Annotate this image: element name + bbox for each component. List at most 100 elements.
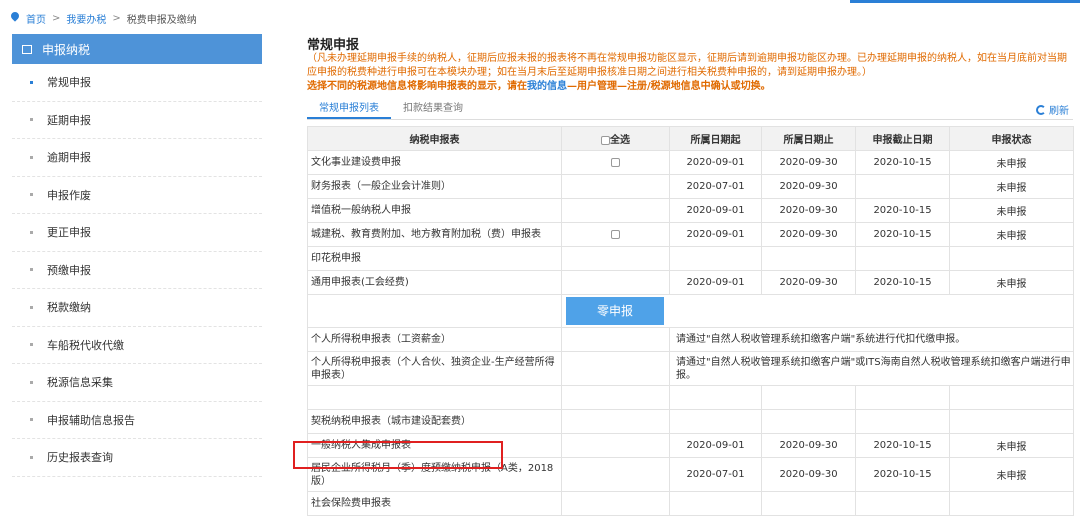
status: 未申报: [949, 174, 1074, 199]
row-checkbox[interactable]: [611, 229, 620, 239]
status: 未申报: [949, 433, 1074, 458]
table-row: 通用申报表(工会经费) 2020-09-01 2020-09-30 2020-1…: [307, 270, 1074, 295]
col-header-form: 纳税申报表: [307, 126, 562, 151]
tab-bar: 常规申报列表 扣款结果查询 刷新: [307, 100, 1073, 120]
tab-regular-list[interactable]: 常规申报列表: [307, 100, 391, 119]
deadline: 2020-10-15: [855, 150, 950, 175]
table-row: 契税纳税申报表（城市建设配套费）: [307, 409, 1074, 434]
end-date: 2020-09-30: [761, 433, 856, 458]
sidebar-item-label: 税源信息采集: [47, 376, 113, 390]
form-name-link[interactable]: 社会保险费申报表: [307, 491, 562, 516]
breadcrumb-home[interactable]: 首页: [26, 11, 46, 26]
sidebar-item-aux-report[interactable]: 申报辅助信息报告: [12, 402, 262, 439]
row-note: 请通过"自然人税收管理系统扣缴客户端"或ITS海南自然人税收管理系统扣缴客户端进…: [669, 351, 1074, 386]
sidebar-header[interactable]: 申报纳税: [12, 34, 262, 64]
bullet-icon: [30, 380, 33, 384]
row-check-cell: [561, 327, 670, 352]
sidebar-item-void[interactable]: 申报作废: [12, 177, 262, 214]
bullet-icon: [30, 268, 33, 272]
col-header-select-all[interactable]: 全选: [561, 126, 670, 151]
zero-declare-row: 零申报: [307, 294, 1074, 328]
bullet-icon: [30, 193, 33, 197]
table-row: 社会保险费申报表: [307, 491, 1074, 516]
end-date: 2020-09-30: [761, 457, 856, 492]
end-date: 2020-09-30: [761, 270, 856, 295]
table-row: 增值税一般纳税人申报 2020-09-01 2020-09-30 2020-10…: [307, 198, 1074, 223]
deadline: 2020-10-15: [855, 457, 950, 492]
tab-deduction-query[interactable]: 扣款结果查询: [391, 100, 475, 119]
table-row: 个人所得税申报表（个人合伙、独资企业-生产经营所得申报表） 请通过"自然人税收管…: [307, 351, 1074, 386]
deadline: 2020-10-15: [855, 198, 950, 223]
sidebar-item-prepay[interactable]: 预缴申报: [12, 252, 262, 289]
status: 未申报: [949, 222, 1074, 247]
form-name-link[interactable]: 个人所得税申报表（个人合伙、独资企业-生产经营所得申报表）: [307, 351, 562, 386]
start-date: 2020-07-01: [669, 174, 762, 199]
form-name-link[interactable]: 财务报表（一般企业会计准则）: [307, 174, 562, 199]
sidebar-item-tax-source[interactable]: 税源信息采集: [12, 364, 262, 402]
row-check-cell: [561, 270, 670, 295]
deadline: [855, 174, 950, 199]
bullet-icon: [30, 343, 33, 347]
end-date: [761, 246, 856, 271]
end-date: 2020-09-30: [761, 174, 856, 199]
page-title: 常规申报: [307, 38, 360, 53]
row-check-cell: [561, 222, 670, 247]
top-bar: 首页 > 我要办税 > 税费申报及缴纳: [0, 0, 1080, 34]
my-info-link[interactable]: 我的信息: [527, 81, 567, 92]
row-check-cell: [561, 150, 670, 175]
sidebar-item-label: 历史报表查询: [47, 451, 113, 465]
sidebar-item-vehicle-tax[interactable]: 车船税代收代缴: [12, 327, 262, 364]
sidebar-item-label: 更正申报: [47, 226, 91, 240]
table-row: 城建税、教育费附加、地方教育附加税（费）申报表 2020-09-01 2020-…: [307, 222, 1074, 247]
sidebar-item-history[interactable]: 历史报表查询: [12, 439, 262, 477]
refresh-button[interactable]: 刷新: [1036, 102, 1069, 117]
start-date: 2020-09-01: [669, 433, 762, 458]
start-date: 2020-09-01: [669, 222, 762, 247]
sidebar-item-payment[interactable]: 税款缴纳: [12, 289, 262, 327]
row-checkbox[interactable]: [611, 157, 620, 167]
row-check-cell: [561, 198, 670, 223]
bullet-icon: [30, 455, 33, 459]
location-pin-icon: [10, 12, 20, 24]
deadline: [855, 246, 950, 271]
notice-bold-a: 选择不同的税源地信息将影响申报表的显示，请在: [307, 81, 527, 92]
breadcrumb-current: 税费申报及缴纳: [126, 14, 197, 26]
sidebar-header-label: 申报纳税: [42, 42, 91, 57]
deadline: 2020-10-15: [855, 270, 950, 295]
deadline: 2020-10-15: [855, 222, 950, 247]
select-all-label: 全选: [610, 135, 630, 146]
form-name-link[interactable]: 城建税、教育费附加、地方教育附加税（费）申报表: [307, 222, 562, 247]
sidebar-item-regular[interactable]: 常规申报: [12, 64, 262, 102]
breadcrumb-level2[interactable]: 我要办税: [66, 11, 106, 26]
sidebar: 申报纳税 常规申报 延期申报 逾期申报 申报作废 更正申报 预缴申报 税款缴纳 …: [12, 34, 262, 524]
sidebar-item-overdue[interactable]: 逾期申报: [12, 139, 262, 177]
empty-cell: [307, 294, 562, 328]
form-name-link[interactable]: 增值税一般纳税人申报: [307, 198, 562, 223]
row-check-cell: [561, 433, 670, 458]
col-header-end: 所属日期止: [761, 126, 856, 151]
form-name-link[interactable]: 个人所得税申报表（工资薪金）: [307, 327, 562, 352]
zero-declare-button[interactable]: 零申报: [566, 297, 664, 325]
status: 未申报: [949, 150, 1074, 175]
sidebar-item-correction[interactable]: 更正申报: [12, 214, 262, 252]
form-name-link[interactable]: 契税纳税申报表（城市建设配套费）: [307, 409, 562, 434]
bullet-icon: [30, 230, 33, 234]
status: 未申报: [949, 198, 1074, 223]
sidebar-item-label: 申报辅助信息报告: [47, 413, 135, 427]
deadline: 2020-10-15: [855, 433, 950, 458]
bullet-icon: [30, 305, 33, 309]
sidebar-item-label: 预缴申报: [47, 263, 91, 277]
form-name-link[interactable]: 印花税申报: [307, 246, 562, 271]
breadcrumb-sep: >: [112, 12, 121, 24]
sidebar-item-label: 常规申报: [47, 76, 91, 90]
zero-declare-cell: 零申报: [561, 294, 1074, 328]
bullet-icon: [30, 118, 33, 122]
sidebar-item-extension[interactable]: 延期申报: [12, 102, 262, 139]
refresh-icon: [1036, 104, 1046, 115]
breadcrumb: 首页 > 我要办税 > 税费申报及缴纳: [10, 10, 197, 26]
form-name-link[interactable]: 通用申报表(工会经费): [307, 270, 562, 295]
bullet-icon: [30, 80, 33, 84]
form-name-link[interactable]: 文化事业建设费申报: [307, 150, 562, 175]
select-all-checkbox[interactable]: [601, 135, 610, 145]
start-date: 2020-07-01: [669, 457, 762, 492]
